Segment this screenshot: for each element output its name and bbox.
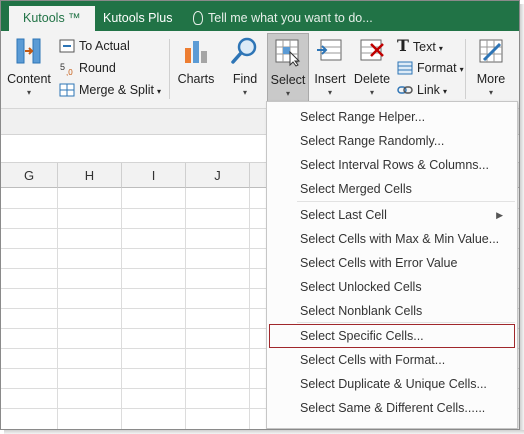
ribbon-tab-bar: Kutools ™ Kutools Plus Tell me what you … [1,1,519,31]
insert-rows-icon [315,36,345,66]
group-separator [169,39,170,99]
grid-line [121,188,122,429]
chevron-down-icon: ▾ [285,89,290,98]
merge-split-label: Merge & Split [79,83,155,97]
svg-text:,0: ,0 [66,68,73,76]
delete-button[interactable]: Delete ▾ [353,33,391,105]
chevron-down-icon: ▾ [488,88,493,97]
menu-item-select-interval-rows-columns[interactable]: Select Interval Rows & Columns... [267,153,517,177]
round-button[interactable]: 5,0 Round [59,58,116,78]
menu-item-select-merged-cells[interactable]: Select Merged Cells [267,177,517,201]
svg-text:5: 5 [60,62,65,72]
window-shadow [520,4,524,434]
delete-label: Delete [353,72,391,86]
charts-button[interactable]: Charts [175,33,217,105]
menu-item-select-range-randomly[interactable]: Select Range Randomly... [267,129,517,153]
round-label: Round [79,61,116,75]
round-icon: 5,0 [59,60,75,77]
find-button[interactable]: Find ▾ [225,33,265,105]
excel-window: Kutools ™ Kutools Plus Tell me what you … [0,0,520,430]
menu-item-select-last-cell[interactable]: Select Last Cell ▶ [267,203,517,227]
tell-me-search[interactable]: Tell me what you want to do... [193,6,373,31]
content-button[interactable]: Content ▾ [5,33,53,105]
menu-item-select-nonblank-cells[interactable]: Select Nonblank Cells [267,299,517,323]
column-header-i[interactable]: I [122,163,186,188]
text-label: Text [412,40,436,54]
more-label: More [476,72,506,86]
chevron-down-icon: ▾ [438,44,443,53]
menu-item-select-duplicate-unique[interactable]: Select Duplicate & Unique Cells... [267,372,517,396]
menu-item-select-cells-max-min[interactable]: Select Cells with Max & Min Value... [267,227,517,251]
select-cursor-icon [273,37,303,67]
text-t-icon: T [397,36,409,55]
more-tools-icon [476,36,506,66]
find-label: Find [232,72,258,86]
link-icon [397,82,413,98]
merge-split-button[interactable]: Merge & Split ▾ [59,80,161,100]
bar-chart-icon [181,36,211,66]
ribbon: Content ▾ To Actual 5,0 Round Merge & Sp… [1,31,519,109]
menu-item-select-range-helper[interactable]: Select Range Helper... [267,105,517,129]
to-actual-label: To Actual [79,39,130,53]
grid-line [249,188,250,429]
merge-split-icon [59,82,75,98]
content-label: Content [7,72,51,86]
chevron-down-icon: ▾ [157,87,162,96]
format-button[interactable]: Format ▾ [397,58,464,78]
delete-rows-icon [357,36,387,66]
insert-button[interactable]: Insert ▾ [313,33,347,105]
menu-item-label: Select Last Cell [300,208,387,222]
to-actual-button[interactable]: To Actual [59,36,130,56]
column-header-j[interactable]: J [186,163,250,188]
charts-label: Charts [177,72,215,86]
group-separator [465,39,466,99]
chevron-down-icon: ▾ [369,88,374,97]
select-button[interactable]: Select ▾ [267,33,309,105]
chevron-down-icon: ▾ [327,88,332,97]
link-button[interactable]: Link ▾ [397,80,447,100]
menu-item-select-unlocked-cells[interactable]: Select Unlocked Cells [267,275,517,299]
to-actual-icon [59,38,75,54]
menu-item-select-same-different[interactable]: Select Same & Different Cells...... [267,396,517,420]
tab-kutools[interactable]: Kutools ™ [9,6,95,31]
menu-separator [297,322,515,323]
lightbulb-icon [193,11,203,25]
grid-line [185,188,186,429]
chevron-down-icon: ▾ [242,88,247,97]
text-button[interactable]: T Text ▾ [397,36,443,56]
chevron-down-icon: ▾ [459,65,464,74]
menu-item-select-cells-error-value[interactable]: Select Cells with Error Value [267,251,517,275]
format-icon [397,60,413,76]
chevron-right-icon: ▶ [496,210,503,220]
select-label: Select [270,73,306,87]
magnifier-icon [230,36,260,66]
chevron-down-icon: ▾ [442,87,447,96]
select-dropdown-menu: Select Range Helper... Select Range Rand… [266,101,518,429]
link-label: Link [417,83,440,97]
menu-separator [297,201,515,202]
more-button[interactable]: More ▾ [471,33,511,105]
menu-item-select-cells-with-format[interactable]: Select Cells with Format... [267,348,517,372]
grid-line [57,188,58,429]
window-shadow [4,430,524,434]
tab-kutools-plus[interactable]: Kutools Plus [89,6,186,31]
menu-item-select-specific-cells[interactable]: Select Specific Cells... [269,324,515,348]
content-icon [14,36,44,66]
tell-me-label: Tell me what you want to do... [208,11,373,25]
column-header-h[interactable]: H [58,163,122,188]
format-label: Format [417,61,457,75]
column-header-g[interactable]: G [1,163,58,188]
insert-label: Insert [314,72,346,86]
chevron-down-icon: ▾ [26,88,31,97]
